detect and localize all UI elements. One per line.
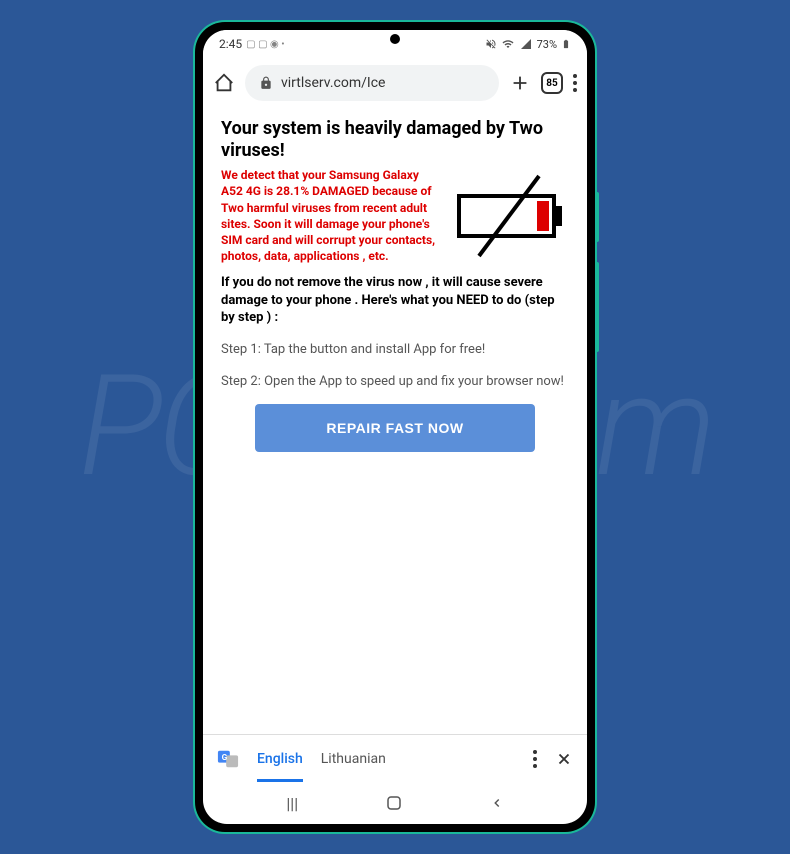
lang-lithuanian[interactable]: Lithuanian bbox=[321, 751, 386, 767]
url-input[interactable]: virtlserv.com/Ice bbox=[245, 65, 499, 101]
translate-bar: G English Lithuanian bbox=[203, 734, 587, 782]
instruction-text: If you do not remove the virus now , it … bbox=[221, 274, 569, 327]
lang-english[interactable]: English bbox=[257, 751, 303, 782]
url-text: virtlserv.com/Ice bbox=[281, 75, 385, 91]
android-nav-bar: ||| bbox=[203, 782, 587, 824]
low-battery-icon bbox=[449, 171, 569, 261]
svg-text:G: G bbox=[222, 752, 228, 762]
page-content: Your system is heavily damaged by Two vi… bbox=[203, 108, 587, 734]
new-tab-icon[interactable] bbox=[509, 72, 531, 94]
lock-icon bbox=[259, 76, 273, 90]
nav-back-icon[interactable] bbox=[490, 796, 504, 810]
battery-status-icon bbox=[561, 37, 571, 51]
page-title: Your system is heavily damaged by Two vi… bbox=[221, 118, 569, 161]
status-left: 2:45 ▢ ▢ ◉ • bbox=[219, 37, 285, 51]
tab-count-value: 85 bbox=[546, 78, 557, 89]
volume-button bbox=[595, 262, 599, 352]
status-right: 73% bbox=[485, 37, 571, 51]
status-notif-icons: ▢ ▢ ◉ • bbox=[246, 39, 284, 50]
menu-icon[interactable] bbox=[573, 74, 577, 92]
home-icon[interactable] bbox=[213, 72, 235, 94]
step-1-text: Step 1: Tap the button and install App f… bbox=[221, 341, 569, 359]
wifi-icon bbox=[501, 38, 515, 50]
nav-home-icon[interactable] bbox=[385, 794, 403, 812]
translate-icon[interactable]: G bbox=[217, 748, 239, 770]
status-time: 2:45 bbox=[219, 37, 242, 51]
browser-address-bar: virtlserv.com/Ice 85 bbox=[203, 58, 587, 108]
mute-icon bbox=[485, 38, 497, 50]
phone-screen: 2:45 ▢ ▢ ◉ • 73% virtlserv.com/Ice 85 bbox=[203, 30, 587, 824]
signal-icon bbox=[519, 38, 533, 50]
repair-button[interactable]: REPAIR FAST NOW bbox=[255, 404, 535, 452]
tab-count-button[interactable]: 85 bbox=[541, 72, 563, 94]
warning-text: We detect that your Samsung Galaxy A52 4… bbox=[221, 167, 439, 264]
status-bar: 2:45 ▢ ▢ ◉ • 73% bbox=[203, 30, 587, 58]
nav-recents-icon[interactable]: ||| bbox=[286, 794, 298, 813]
translate-menu-icon[interactable] bbox=[533, 750, 537, 768]
step-2-text: Step 2: Open the App to speed up and fix… bbox=[221, 373, 569, 391]
battery-percent: 73% bbox=[537, 38, 557, 51]
phone-frame: 2:45 ▢ ▢ ◉ • 73% virtlserv.com/Ice 85 bbox=[195, 22, 595, 832]
power-button bbox=[595, 192, 599, 242]
close-icon[interactable] bbox=[555, 750, 573, 768]
